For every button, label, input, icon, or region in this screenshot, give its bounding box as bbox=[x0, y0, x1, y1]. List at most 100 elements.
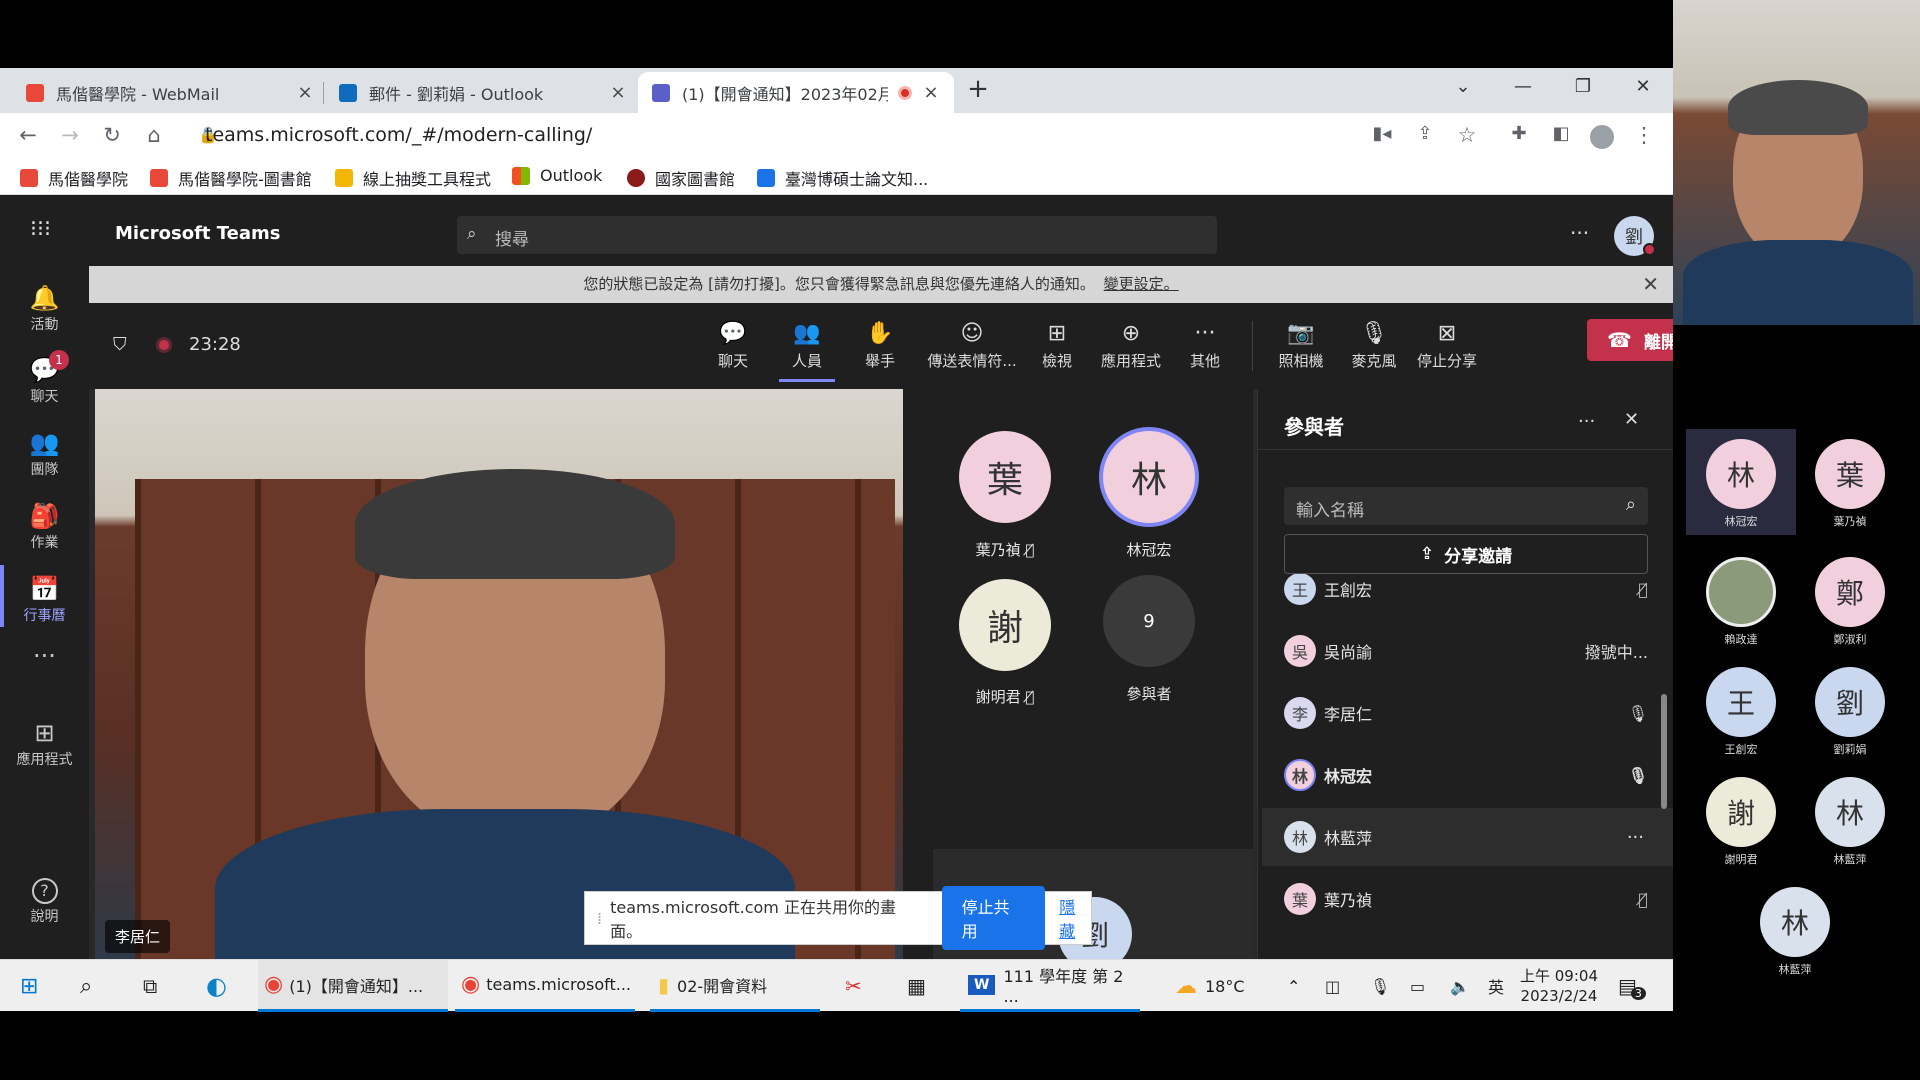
star-icon[interactable]: ☆ bbox=[1453, 123, 1481, 151]
close-icon[interactable]: × bbox=[296, 82, 314, 103]
gallery-tile[interactable]: 劉劉莉娟 bbox=[1795, 667, 1905, 757]
gallery-tile[interactable]: 王王創宏 bbox=[1686, 667, 1796, 757]
participant-avatar[interactable]: 謝 bbox=[959, 579, 1051, 671]
menu-icon[interactable]: ⋮ bbox=[1630, 123, 1658, 151]
bookmark-item[interactable]: Outlook bbox=[512, 166, 602, 185]
overflow-count[interactable]: 9 bbox=[1103, 575, 1195, 667]
tab-teams-meeting[interactable]: (1)【開會通知】2023年02月 × bbox=[638, 72, 954, 113]
more-options-icon[interactable]: ··· bbox=[1570, 221, 1589, 245]
mic-button[interactable]: 🎙 麥克風 bbox=[1334, 321, 1414, 371]
share-invite-button[interactable]: ⇪ 分享邀請 bbox=[1284, 534, 1648, 574]
people-button[interactable]: 👥 人員 bbox=[767, 321, 847, 382]
windows-start-icon[interactable]: ⊞ bbox=[20, 960, 38, 1012]
microphone-icon[interactable]: 🎙 bbox=[1370, 960, 1390, 1012]
rail-item-assignments[interactable]: 🎒 作業 bbox=[0, 502, 89, 552]
gallery-tile[interactable]: 鄭鄭淑利 bbox=[1795, 557, 1905, 647]
more-button[interactable]: ··· 其他 bbox=[1165, 321, 1245, 371]
reactions-button[interactable]: ☺ 傳送表情符... bbox=[917, 321, 1027, 371]
taskbar-item-word[interactable]: W 111 學年度 第 2 ... bbox=[960, 960, 1140, 1012]
bookmark-item[interactable]: 馬偕醫學院 bbox=[20, 166, 128, 190]
list-item[interactable]: 李 李居仁 🎙 bbox=[1284, 684, 1674, 742]
bookmark-item[interactable]: 馬偕醫學院-圖書館 bbox=[150, 166, 312, 190]
close-icon[interactable]: × bbox=[609, 82, 627, 103]
participant-avatar-speaking[interactable]: 林 bbox=[1099, 427, 1199, 527]
bookmark-label: 馬偕醫學院-圖書館 bbox=[178, 170, 312, 189]
network-icon[interactable]: ▭ bbox=[1410, 960, 1425, 1012]
gallery-tile[interactable]: 林林藍萍 bbox=[1740, 887, 1850, 977]
stop-sharing-button[interactable]: ⊠ 停止分享 bbox=[1407, 321, 1487, 371]
tab-search-icon[interactable]: ⌄ bbox=[1447, 76, 1479, 104]
search-input[interactable]: ⌕ 搜尋 bbox=[457, 216, 1217, 254]
rail-item-chat[interactable]: 💬 聊天 1 bbox=[0, 350, 89, 406]
rail-item-activity[interactable]: 🔔 活動 bbox=[0, 284, 89, 334]
close-window-button[interactable]: ✕ bbox=[1627, 76, 1659, 104]
back-icon[interactable]: ← bbox=[14, 123, 42, 151]
list-item[interactable]: 林 林冠宏 🎙 bbox=[1284, 746, 1674, 804]
home-icon[interactable]: ⌂ bbox=[140, 123, 168, 151]
hide-link[interactable]: 隱藏 bbox=[1059, 894, 1091, 942]
rail-item-teams[interactable]: 👥 團隊 bbox=[0, 429, 89, 479]
sidepanel-icon[interactable]: ◧ bbox=[1547, 123, 1575, 151]
stop-sharing-button[interactable]: 停止共用 bbox=[941, 886, 1046, 950]
taskbar-item-chrome-teams[interactable]: ◉ teams.microsoft... bbox=[455, 960, 635, 1012]
calculator-icon[interactable]: ▦ bbox=[907, 960, 926, 1012]
gallery-tile[interactable]: 葉葉乃禎 bbox=[1795, 439, 1905, 529]
extensions-icon[interactable]: ✚ bbox=[1505, 123, 1533, 151]
camera-icon[interactable]: ▮◂ bbox=[1368, 123, 1396, 151]
task-view-icon[interactable]: ⧉ bbox=[143, 960, 157, 1012]
meet-now-icon[interactable]: ◫ bbox=[1325, 960, 1340, 1012]
close-icon[interactable]: ✕ bbox=[1624, 409, 1639, 430]
restore-button[interactable]: ❐ bbox=[1567, 76, 1599, 104]
close-icon[interactable]: ✕ bbox=[1642, 266, 1659, 303]
list-item[interactable]: 王 王創宏 🎙̸ bbox=[1284, 574, 1674, 618]
reload-icon[interactable]: ↻ bbox=[98, 123, 126, 151]
tab-outlook[interactable]: 郵件 - 劉莉娟 - Outlook × bbox=[325, 72, 641, 113]
more-options-icon[interactable]: ··· bbox=[1578, 411, 1595, 432]
taskbar-item-folder[interactable]: ▮ 02-開會資料 bbox=[650, 960, 820, 1012]
bookmark-item[interactable]: 線上抽獎工具程式 bbox=[335, 166, 491, 190]
rail-item-more[interactable]: ··· bbox=[0, 642, 89, 672]
list-item[interactable]: 葉 葉乃禎 🎙̸ bbox=[1284, 870, 1674, 928]
camera-button[interactable]: 📷 照相機 bbox=[1261, 321, 1341, 371]
rail-item-calendar[interactable]: 📅 行事曆 bbox=[0, 575, 89, 625]
gallery-tile[interactable]: 林林藍萍 bbox=[1795, 777, 1905, 867]
list-item-hovered[interactable]: 林 林藍萍 ··· bbox=[1262, 808, 1674, 866]
participant-avatar[interactable]: 葉 bbox=[959, 431, 1051, 523]
gallery-tile[interactable]: 賴政達 bbox=[1686, 557, 1796, 647]
bookmark-item[interactable]: 國家圖書館 bbox=[627, 166, 735, 190]
search-icon[interactable]: ⌕ bbox=[80, 960, 92, 1012]
edge-icon[interactable]: ◐ bbox=[206, 960, 227, 1012]
apps-button[interactable]: ⊕ 應用程式 bbox=[1091, 321, 1171, 371]
forward-icon[interactable]: → bbox=[56, 123, 84, 151]
more-options-icon[interactable]: ··· bbox=[1627, 827, 1644, 848]
profile-icon[interactable] bbox=[1590, 125, 1614, 149]
clock[interactable]: 上午 09:04 2023/2/24 bbox=[1520, 960, 1598, 1012]
bookmark-item[interactable]: 臺灣博碩士論文知... bbox=[757, 166, 928, 190]
volume-icon[interactable]: 🔈 bbox=[1450, 960, 1470, 1012]
chat-button[interactable]: 💬 聊天 bbox=[693, 321, 773, 371]
gallery-tile[interactable]: 林林冠宏 bbox=[1686, 429, 1796, 535]
rail-item-help[interactable]: ? 說明 bbox=[0, 878, 89, 926]
share-icon[interactable]: ⇪ bbox=[1411, 123, 1439, 151]
rail-item-apps[interactable]: ⊞ 應用程式 bbox=[0, 719, 89, 769]
list-item[interactable]: 吳 吳尚諭 撥號中... bbox=[1284, 622, 1674, 680]
app-launcher-icon[interactable]: ⁝⁝⁝ bbox=[30, 217, 51, 242]
new-tab-button[interactable]: + bbox=[962, 74, 994, 106]
notification-icon[interactable]: ▤ 3 bbox=[1618, 960, 1646, 1012]
raise-hand-button[interactable]: ✋ 舉手 bbox=[840, 321, 920, 371]
change-settings-link[interactable]: 變更設定。 bbox=[1104, 275, 1179, 293]
gallery-tile[interactable]: 謝謝明君 bbox=[1686, 777, 1796, 867]
scrollbar[interactable] bbox=[1661, 694, 1667, 809]
taskbar-item-chrome-meeting[interactable]: ◉ (1)【開會通知】... bbox=[258, 960, 448, 1012]
weather-widget[interactable]: ☁ 18°C bbox=[1175, 960, 1245, 1012]
minimize-button[interactable]: — bbox=[1507, 76, 1539, 104]
snip-icon[interactable]: ✂ bbox=[845, 960, 862, 1012]
view-button[interactable]: ⊞ 檢視 bbox=[1017, 321, 1097, 371]
tab-webmail[interactable]: 馬偕醫學院 - WebMail × bbox=[12, 72, 328, 113]
close-icon[interactable]: × bbox=[922, 82, 940, 103]
tray-chevron-icon[interactable]: ⌃ bbox=[1287, 960, 1300, 1012]
drag-handle[interactable]: ⁞ bbox=[597, 909, 602, 928]
participant-search-input[interactable]: 輸入名稱 ⌕ bbox=[1284, 487, 1648, 525]
url-text[interactable]: teams.microsoft.com/_#/modern-calling/ bbox=[205, 124, 592, 146]
ime-indicator[interactable]: 英 bbox=[1488, 960, 1504, 1012]
